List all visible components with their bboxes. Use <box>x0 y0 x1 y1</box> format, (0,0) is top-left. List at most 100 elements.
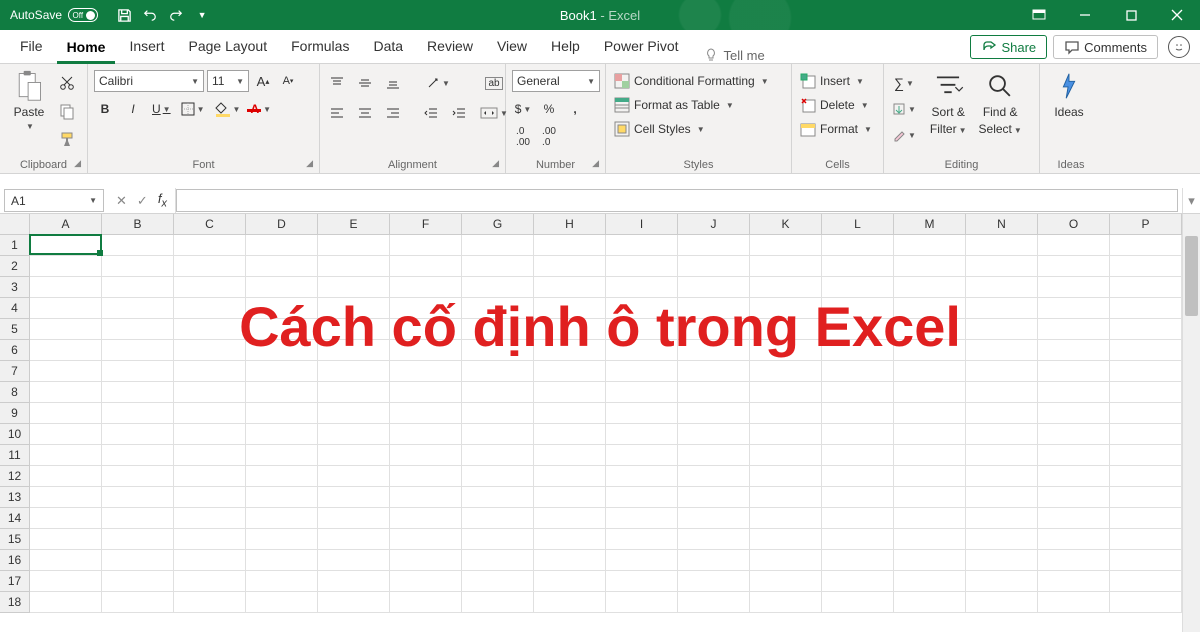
cell[interactable] <box>750 529 822 550</box>
cell[interactable] <box>30 529 102 550</box>
cell[interactable] <box>246 529 318 550</box>
column-header[interactable]: J <box>678 214 750 234</box>
cell[interactable] <box>606 487 678 508</box>
column-header[interactable]: K <box>750 214 822 234</box>
insert-cells-button[interactable]: Insert▼ <box>798 72 874 90</box>
cell[interactable] <box>102 592 174 613</box>
cell[interactable] <box>966 529 1038 550</box>
cell[interactable] <box>606 529 678 550</box>
cell[interactable] <box>318 466 390 487</box>
row-header[interactable]: 18 <box>0 592 29 613</box>
cell[interactable] <box>30 550 102 571</box>
cell[interactable] <box>462 424 534 445</box>
cell[interactable] <box>606 592 678 613</box>
cell[interactable] <box>30 592 102 613</box>
cell[interactable] <box>462 487 534 508</box>
cell[interactable] <box>102 235 174 256</box>
cancel-formula-icon[interactable]: ✕ <box>116 193 127 209</box>
copy-icon[interactable] <box>56 100 78 122</box>
cell[interactable] <box>606 403 678 424</box>
cell[interactable] <box>1038 466 1110 487</box>
cell[interactable] <box>390 550 462 571</box>
decrease-indent-icon[interactable] <box>420 102 442 124</box>
autosum-icon[interactable]: ∑▼ <box>890 72 918 94</box>
row-header[interactable]: 14 <box>0 508 29 529</box>
cell[interactable] <box>174 466 246 487</box>
vertical-scrollbar[interactable] <box>1182 214 1200 632</box>
cell[interactable] <box>1110 382 1182 403</box>
cell[interactable] <box>30 445 102 466</box>
cell[interactable] <box>462 403 534 424</box>
cell[interactable] <box>30 361 102 382</box>
underline-button[interactable]: U▼ <box>150 98 173 120</box>
cell[interactable] <box>318 361 390 382</box>
cell[interactable] <box>462 235 534 256</box>
cell[interactable] <box>102 529 174 550</box>
row-header[interactable]: 10 <box>0 424 29 445</box>
cell[interactable] <box>318 256 390 277</box>
toggle-switch[interactable]: Off <box>68 8 98 22</box>
cell[interactable] <box>1038 445 1110 466</box>
cell[interactable] <box>174 256 246 277</box>
sort-filter-button[interactable]: Sort & Filter▼ <box>926 68 971 138</box>
cell[interactable] <box>390 256 462 277</box>
cell[interactable] <box>462 466 534 487</box>
cell[interactable] <box>678 508 750 529</box>
cell[interactable] <box>894 508 966 529</box>
bold-button[interactable]: B <box>94 98 116 120</box>
cell[interactable] <box>534 445 606 466</box>
cell[interactable] <box>678 382 750 403</box>
cell[interactable] <box>102 382 174 403</box>
cell[interactable] <box>174 382 246 403</box>
cell[interactable] <box>894 529 966 550</box>
cell-styles-button[interactable]: Cell Styles▼ <box>612 120 771 138</box>
cell[interactable] <box>894 256 966 277</box>
cell[interactable] <box>1110 592 1182 613</box>
orientation-icon[interactable]: ▼ <box>424 72 452 94</box>
column-header[interactable]: C <box>174 214 246 234</box>
cell[interactable] <box>1110 529 1182 550</box>
cell[interactable] <box>30 466 102 487</box>
ribbon-options-icon[interactable] <box>1016 0 1062 30</box>
cell[interactable] <box>750 382 822 403</box>
cell[interactable] <box>966 256 1038 277</box>
cell[interactable] <box>462 571 534 592</box>
cell[interactable] <box>606 424 678 445</box>
cell[interactable] <box>606 382 678 403</box>
decrease-decimal-icon[interactable]: .00.0 <box>538 126 560 148</box>
cell[interactable] <box>822 487 894 508</box>
font-size-combo[interactable]: 11▼ <box>207 70 249 92</box>
cell[interactable] <box>462 361 534 382</box>
cell[interactable] <box>174 487 246 508</box>
close-icon[interactable] <box>1154 0 1200 30</box>
cell[interactable] <box>966 508 1038 529</box>
cell[interactable] <box>390 403 462 424</box>
cell[interactable] <box>606 466 678 487</box>
cell[interactable] <box>750 403 822 424</box>
tab-page-layout[interactable]: Page Layout <box>178 32 277 63</box>
cell[interactable] <box>246 382 318 403</box>
cell[interactable] <box>606 361 678 382</box>
cell[interactable] <box>750 256 822 277</box>
fill-color-icon[interactable]: ▼ <box>213 98 243 120</box>
cell[interactable] <box>822 529 894 550</box>
cell[interactable] <box>678 529 750 550</box>
cell[interactable] <box>534 256 606 277</box>
cell[interactable] <box>1110 466 1182 487</box>
cell[interactable] <box>822 382 894 403</box>
cell[interactable] <box>534 529 606 550</box>
cell[interactable] <box>678 466 750 487</box>
cell[interactable] <box>678 592 750 613</box>
cell[interactable] <box>1110 235 1182 256</box>
cell[interactable] <box>102 466 174 487</box>
cell[interactable] <box>30 256 102 277</box>
cell[interactable] <box>390 235 462 256</box>
cell[interactable] <box>678 256 750 277</box>
increase-font-icon[interactable]: A▴ <box>252 70 274 92</box>
autosave-toggle[interactable]: AutoSave Off <box>0 8 108 22</box>
cell[interactable] <box>678 550 750 571</box>
cell[interactable] <box>966 424 1038 445</box>
cell[interactable] <box>822 235 894 256</box>
cell[interactable] <box>462 592 534 613</box>
cell[interactable] <box>102 487 174 508</box>
